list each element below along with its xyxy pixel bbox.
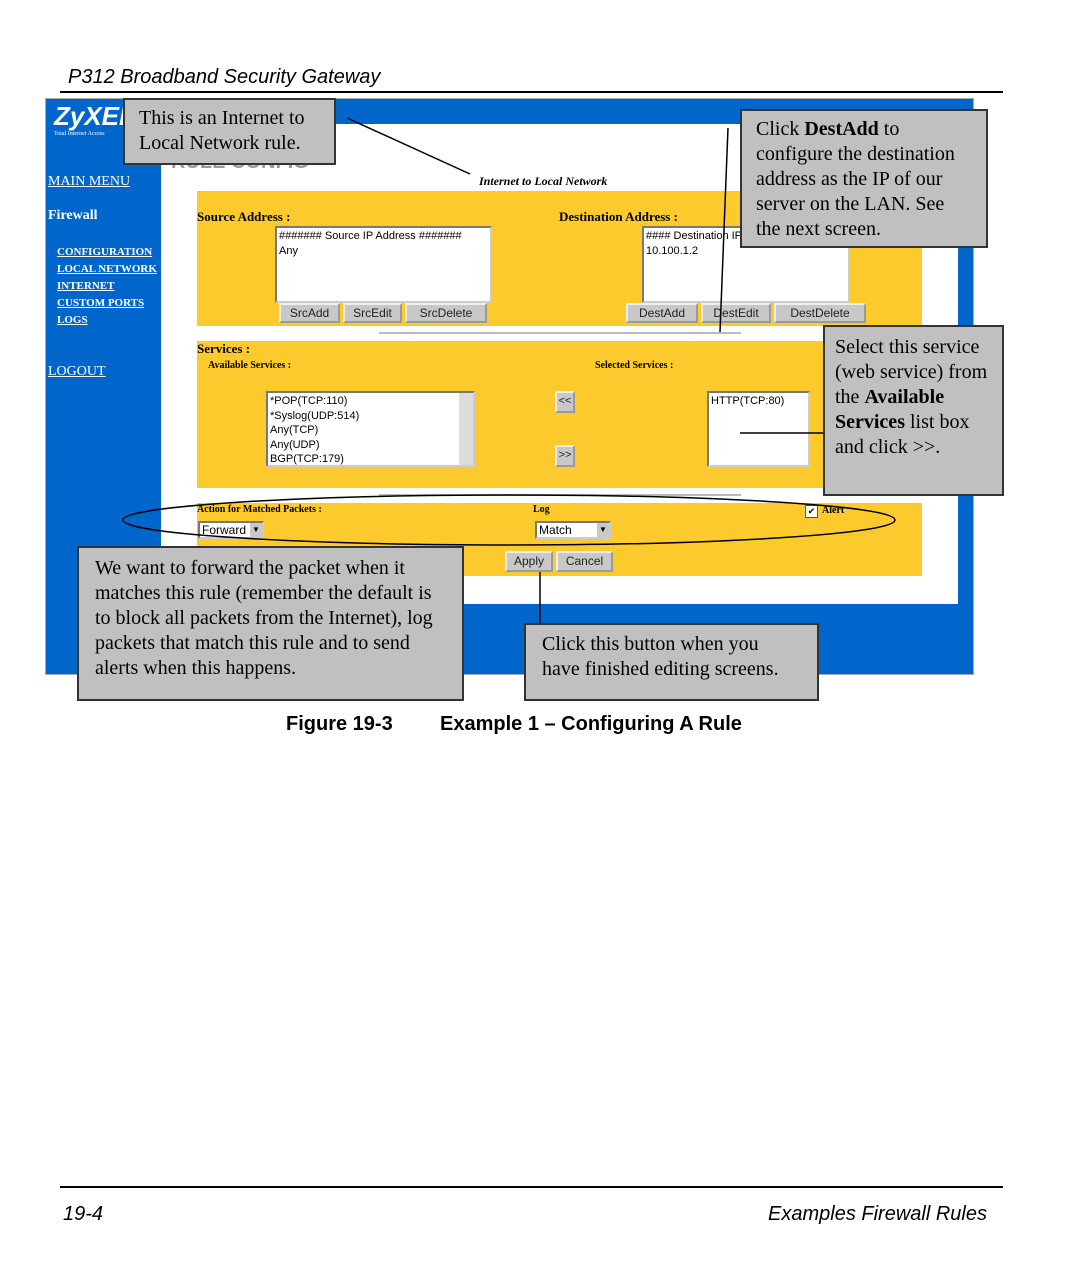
- chapter-title: Examples Firewall Rules: [768, 1203, 987, 1225]
- pointer-line: [346, 117, 471, 175]
- callout-rule-direction: This is an Internet to Local Network rul…: [123, 98, 336, 165]
- highlight-ellipse: [122, 494, 896, 546]
- page-number: 19-4: [63, 1203, 104, 1225]
- callout-text: We want to forward the packet when it ma…: [95, 557, 433, 679]
- callout-apply: Click this button when you have finished…: [524, 623, 819, 701]
- callout-text-bold: DestAdd: [804, 118, 879, 140]
- figure-title: Example 1 – Configuring A Rule: [440, 713, 742, 735]
- callout-text: Click this button when you have finished…: [542, 633, 779, 680]
- callout-select-service: Select this service (web service) from t…: [823, 325, 1004, 496]
- callout-text: Click: [756, 118, 805, 140]
- callout-action: We want to forward the packet when it ma…: [77, 546, 464, 701]
- footer-rule: [60, 1186, 1003, 1188]
- callout-text: This is an Internet to Local Network rul…: [139, 107, 305, 154]
- manual-page: P312 Broadband Security Gateway ZyXEL To…: [0, 0, 1080, 1281]
- callout-destadd: Click DestAdd to configure the destinati…: [740, 109, 988, 248]
- figure-number: Figure 19-3: [286, 713, 393, 735]
- pointer-line: [719, 127, 729, 333]
